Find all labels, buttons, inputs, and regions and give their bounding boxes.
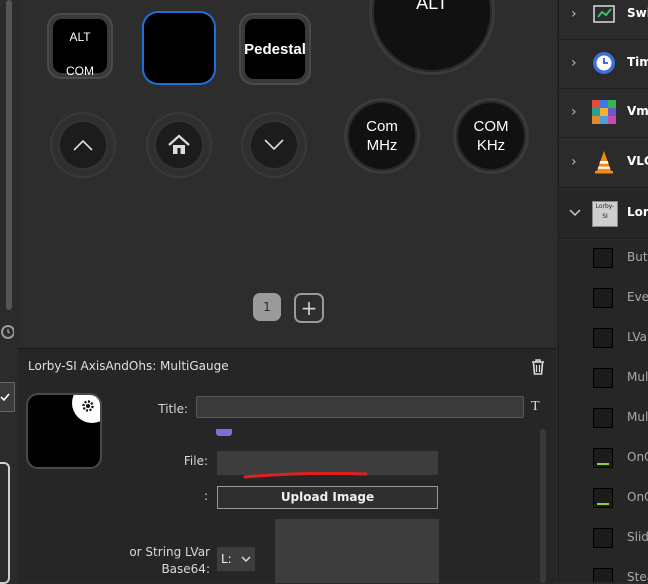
knob-com-mhz-line2: MHz: [366, 137, 398, 154]
key-selected-empty[interactable]: [144, 13, 214, 83]
left-panel-strip: [0, 0, 19, 584]
category-timer[interactable]: › Tim: [559, 40, 648, 89]
action-icon: [593, 528, 613, 548]
checkbox-checked[interactable]: [0, 382, 15, 412]
action-item-label: OnC: [627, 450, 648, 464]
font-icon[interactable]: T: [531, 399, 540, 415]
chevron-down-icon: [241, 556, 251, 562]
action-item-slider[interactable]: Slid: [559, 520, 648, 560]
action-item-label: Butt: [627, 250, 648, 264]
left-preview-frame: [0, 462, 10, 584]
action-item-multi-2[interactable]: Mult: [559, 400, 648, 440]
red-underline-annotation: [243, 471, 368, 479]
action-item-lvar[interactable]: LVar: [559, 320, 648, 360]
category-vmi[interactable]: › Vmi: [559, 89, 648, 138]
up-button[interactable]: [50, 112, 116, 178]
action-item-event[interactable]: Ever: [559, 280, 648, 320]
action-item-button[interactable]: Butt: [559, 240, 648, 280]
upload-image-button[interactable]: Upload Image: [217, 486, 438, 509]
action-item-label: Mult: [627, 370, 648, 384]
action-icon: [593, 328, 613, 348]
key-alt-com-line1: ALT: [69, 30, 91, 44]
chevron-right-icon: ›: [571, 154, 577, 170]
knob-com-khz-line2: KHz: [476, 137, 506, 154]
vlc-cone-icon: [595, 151, 613, 174]
file-label: File:: [183, 454, 208, 468]
knob-alt[interactable]: ALT: [372, 0, 492, 72]
chevron-down-icon: [264, 139, 284, 151]
category-switch[interactable]: › Swi: [559, 0, 648, 40]
icon-preview[interactable]: [28, 395, 100, 467]
lvar-label-line2: Base64:: [161, 562, 210, 576]
action-item-label: Slid: [627, 530, 648, 544]
knob-com-mhz-line1: Com: [366, 118, 398, 135]
action-icon: [593, 248, 613, 268]
grid-icon: [592, 100, 616, 124]
properties-panel: Lorby-SI AxisAndOhs: MultiGauge Title: T…: [18, 348, 556, 583]
deck-canvas: ALT COM Pedestal ALT Com MHz COM KHz 1 +: [18, 0, 556, 348]
action-item-label: OnC: [627, 490, 648, 504]
action-icon: [593, 288, 613, 308]
home-icon: [168, 134, 190, 154]
lorby-logo-text: Lorby-SI: [595, 203, 615, 220]
key-alt-com[interactable]: ALT COM: [47, 13, 113, 79]
action-icon: [593, 448, 613, 468]
action-icon: [593, 488, 613, 508]
chevron-up-icon: [73, 139, 93, 151]
add-page-button[interactable]: +: [294, 293, 324, 323]
category-lorby-label: Lor: [627, 205, 648, 219]
chevron-right-icon: ›: [571, 6, 577, 22]
left-panel-scrollbar[interactable]: [6, 0, 12, 310]
action-item-onc-1[interactable]: OnC: [559, 440, 648, 480]
action-item-label: Ever: [627, 290, 648, 304]
switch-icon: [593, 5, 615, 23]
state-indicator[interactable]: [216, 429, 232, 436]
knob-com-khz-line1: COM: [473, 118, 509, 135]
action-item-label: Mult: [627, 410, 648, 424]
gear-icon: [82, 400, 94, 412]
key-pedestal-label: Pedestal: [244, 40, 306, 58]
lvar-label-line1: or String LVar: [129, 545, 210, 559]
key-pedestal[interactable]: Pedestal: [239, 13, 311, 85]
chevron-right-icon: ›: [571, 55, 577, 71]
clock-icon: [593, 52, 615, 74]
home-button[interactable]: [146, 112, 212, 178]
chevron-down-icon: [569, 209, 581, 217]
chevron-right-icon: ›: [571, 104, 577, 120]
title-label: Title:: [158, 402, 188, 416]
properties-scrollbar[interactable]: [540, 429, 546, 583]
action-icon: [593, 368, 613, 388]
action-item-label: Stea: [627, 570, 648, 582]
knob-com-khz[interactable]: COM KHz: [456, 101, 526, 171]
category-vlc-label: VLC: [627, 154, 648, 168]
lorby-logo-icon: Lorby-SI: [592, 201, 618, 227]
page-button-1[interactable]: 1: [253, 293, 281, 321]
action-item-label: LVar: [627, 330, 648, 344]
properties-header: Lorby-SI AxisAndOhs: MultiGauge: [28, 359, 229, 373]
delete-icon[interactable]: [530, 358, 546, 376]
category-timer-label: Tim: [627, 55, 648, 69]
key-alt-com-line2: COM: [66, 64, 94, 78]
knob-alt-label: ALT: [416, 0, 448, 13]
action-icon: [593, 408, 613, 428]
icon-settings-corner[interactable]: [72, 395, 100, 423]
upload-colon-label: :: [203, 489, 208, 503]
base64-textarea[interactable]: [275, 519, 439, 583]
lvar-prefix-value: L:: [221, 552, 232, 566]
action-item-onc-2[interactable]: OnC: [559, 480, 648, 520]
history-icon[interactable]: [0, 322, 15, 340]
action-item-steam[interactable]: Stea: [559, 560, 648, 582]
lvar-prefix-select[interactable]: L:: [217, 547, 255, 571]
action-item-multi-1[interactable]: Mult: [559, 360, 648, 400]
plugin-sidebar: › Swi › Tim › Vmi › VLC Lorby-SI Lor But…: [558, 0, 648, 582]
category-lorby[interactable]: Lorby-SI Lor: [559, 190, 648, 239]
category-switch-label: Swi: [627, 6, 648, 20]
title-input[interactable]: [196, 396, 524, 418]
action-icon: [593, 568, 613, 582]
category-vlc[interactable]: › VLC: [559, 139, 648, 188]
knob-com-mhz[interactable]: Com MHz: [347, 101, 417, 171]
category-vmi-label: Vmi: [627, 104, 648, 118]
down-button[interactable]: [241, 112, 307, 178]
